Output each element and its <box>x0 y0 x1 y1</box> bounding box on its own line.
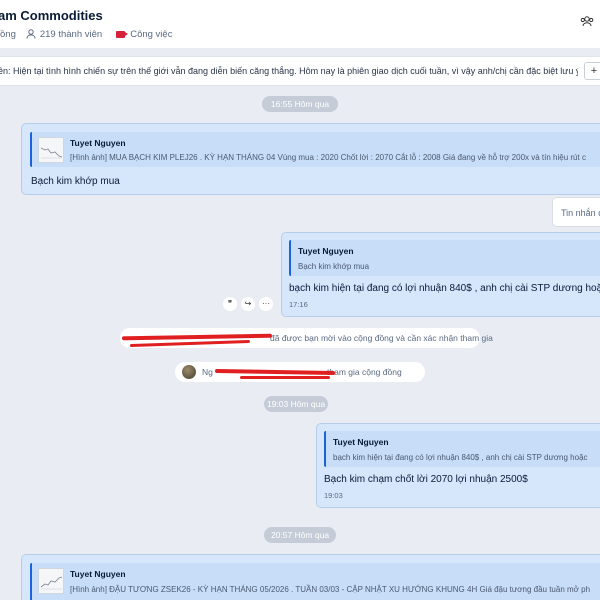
message-text: Bạch kim chạm chốt lời 2070 lợi nhuận 25… <box>324 474 528 485</box>
quote-text: [Hình ảnh] MUA BẠCH KIM PLEJ26 . KỲ HẠN … <box>70 153 586 162</box>
group-header: am Commodities ồng 219 thành viên Công v… <box>0 0 600 48</box>
quote-text: bạch kim hiện tại đang có lợi nhuận 840$… <box>333 453 588 462</box>
pinned-message-text: ên: Hiện tại tình hình chiến sự trên thế… <box>0 66 578 76</box>
quoted-message[interactable]: Tuyet Nguyen [Hình ảnh] MUA BẠCH KIM PLE… <box>30 132 600 167</box>
quote-author: Tuyet Nguyen <box>70 138 126 148</box>
category-label[interactable]: Công việc <box>130 29 172 40</box>
image-thumbnail <box>38 137 64 163</box>
member-count[interactable]: 219 thành viên <box>40 29 102 40</box>
quoted-message[interactable]: Tuyet Nguyen bạch kim hiện tại đang có l… <box>324 431 600 467</box>
message-bubble[interactable]: Tuyet Nguyen [Hình ảnh] MUA BẠCH KIM PLE… <box>21 123 600 195</box>
message-time: 19:03 <box>324 491 343 500</box>
quoted-message[interactable]: Tuyet Nguyen Bạch kim khớp mua <box>289 240 600 276</box>
message-bubble[interactable]: Tuyet Nguyen Bạch kim khớp mua bạch kim … <box>281 232 600 317</box>
forward-icon[interactable]: ↪ <box>241 297 255 311</box>
invite-notice-text: đã được bạn mời vào cộng đồng và cần xác… <box>270 333 493 343</box>
joined-notice-text: tham gia cộng đồng <box>327 367 402 377</box>
message-text: Bạch kim khớp mua <box>31 176 120 187</box>
quote-text: Bạch kim khớp mua <box>298 262 370 271</box>
label-tag-icon <box>116 30 129 38</box>
quote-reply-icon[interactable]: ❞ <box>223 297 237 311</box>
pinned-message-bar[interactable]: ên: Hiện tại tình hình chiến sự trên thế… <box>0 56 600 86</box>
time-divider: 20:57 Hôm qua <box>264 527 336 543</box>
pinned-expand-button[interactable]: + <box>584 62 600 80</box>
members-icon <box>26 29 36 39</box>
group-title[interactable]: am Commodities <box>0 8 103 23</box>
quote-author: Tuyet Nguyen <box>70 569 126 579</box>
joined-name-prefix: Ng <box>202 367 213 377</box>
avatar[interactable] <box>182 365 196 379</box>
redaction-mark <box>240 376 330 379</box>
message-bubble[interactable]: Tuyet Nguyen bạch kim hiện tại đang có l… <box>316 423 600 508</box>
message-text: Tin nhắn đ <box>561 208 600 218</box>
quote-author: Tuyet Nguyen <box>298 246 354 256</box>
message-text: bạch kim hiện tại đang có lợi nhuận 840$… <box>289 283 600 294</box>
quoted-message[interactable]: Tuyet Nguyen [Hình ảnh] ĐẬU TƯƠNG ZSEK26… <box>30 563 600 600</box>
message-bubble[interactable]: Tuyet Nguyen [Hình ảnh] ĐẬU TƯƠNG ZSEK26… <box>21 554 600 600</box>
more-options-icon[interactable]: ··· <box>259 297 273 311</box>
time-divider: 16:55 Hôm qua <box>262 96 338 112</box>
message-bubble[interactable]: Tin nhắn đ <box>552 197 600 227</box>
time-divider: 19:03 Hôm qua <box>264 396 328 412</box>
group-type: ồng <box>0 28 16 40</box>
group-meta: ồng 219 thành viên Công việc <box>0 27 172 41</box>
quote-text: [Hình ảnh] ĐẬU TƯƠNG ZSEK26 - KỲ HẠN THÁ… <box>70 585 591 594</box>
community-icon[interactable] <box>580 14 594 32</box>
image-thumbnail <box>38 568 64 594</box>
message-time: 17:16 <box>289 300 308 309</box>
quote-author: Tuyet Nguyen <box>333 437 389 447</box>
